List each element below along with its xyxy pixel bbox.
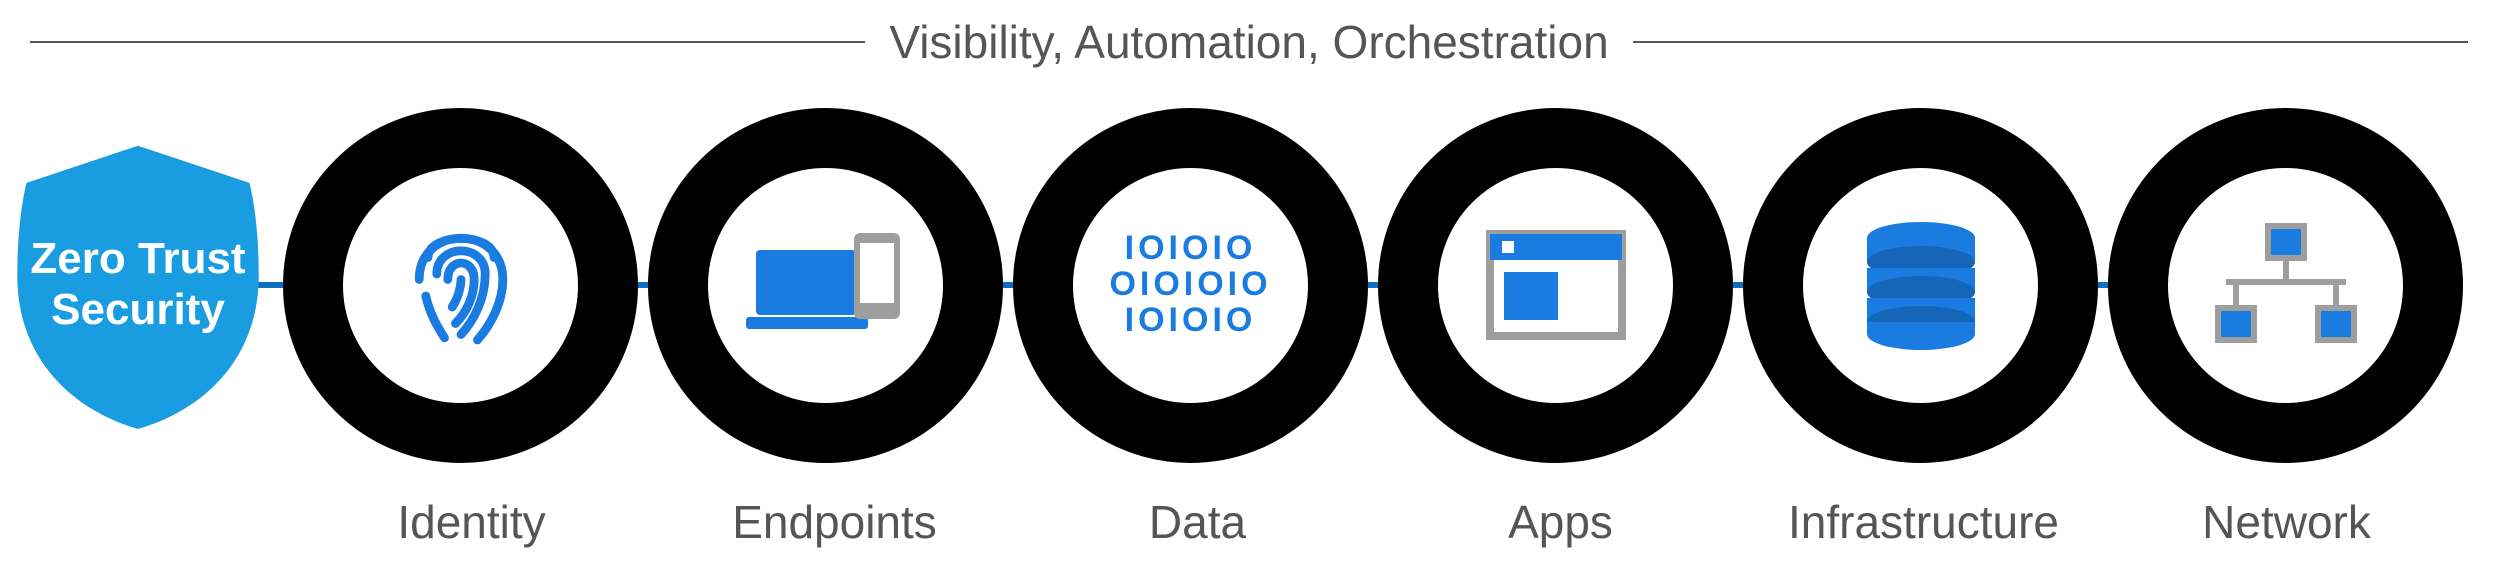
binary-icon: IOIOIO OIOIOIO IOIOIO <box>1111 205 1271 365</box>
pillar-data: IOIOIO OIOIOIO IOIOIO <box>1008 108 1373 463</box>
ring-infrastructure <box>1743 108 2098 463</box>
pillar-network <box>2103 108 2468 463</box>
ring-identity <box>283 108 638 463</box>
binary-line-1: IOIOIO <box>1109 231 1271 267</box>
app-window-icon <box>1476 205 1636 365</box>
ring-data: IOIOIO OIOIOIO IOIOIO <box>1013 108 1368 463</box>
binary-line-3: IOIOIO <box>1109 303 1271 339</box>
pillar-identity <box>278 108 643 463</box>
database-icon <box>1841 205 2001 365</box>
label-apps: Apps <box>1379 495 1742 549</box>
shield-line1: Zero Trust <box>30 234 245 283</box>
rule-left <box>30 41 865 43</box>
zero-trust-shield: Zero Trust Security <box>8 125 268 445</box>
shield-label: Zero Trust Security <box>30 234 245 335</box>
header-bar: Visibility, Automation, Orchestration <box>30 15 2468 69</box>
label-identity: Identity <box>290 495 653 549</box>
pillar-infrastructure <box>1738 108 2103 463</box>
pillars-container: IOIOIO OIOIOIO IOIOIO <box>268 108 2498 463</box>
pillar-apps <box>1373 108 1738 463</box>
devices-icon <box>746 205 906 365</box>
ring-apps <box>1378 108 1733 463</box>
ring-network <box>2108 108 2463 463</box>
fingerprint-icon <box>381 205 541 365</box>
binary-line-2: OIOIOIO <box>1109 267 1271 303</box>
diagram-row: Zero Trust Security <box>0 95 2498 475</box>
label-network: Network <box>2105 495 2468 549</box>
rule-right <box>1633 41 2468 43</box>
label-data: Data <box>1016 495 1379 549</box>
header-title: Visibility, Automation, Orchestration <box>865 15 1632 69</box>
pillar-labels: Identity Endpoints Data Apps Infrastruct… <box>290 495 2468 549</box>
label-infrastructure: Infrastructure <box>1742 495 2105 549</box>
pillar-endpoints <box>643 108 1008 463</box>
ring-endpoints <box>648 108 1003 463</box>
label-endpoints: Endpoints <box>653 495 1016 549</box>
shield-line2: Security <box>51 285 225 334</box>
network-icon <box>2206 205 2366 365</box>
